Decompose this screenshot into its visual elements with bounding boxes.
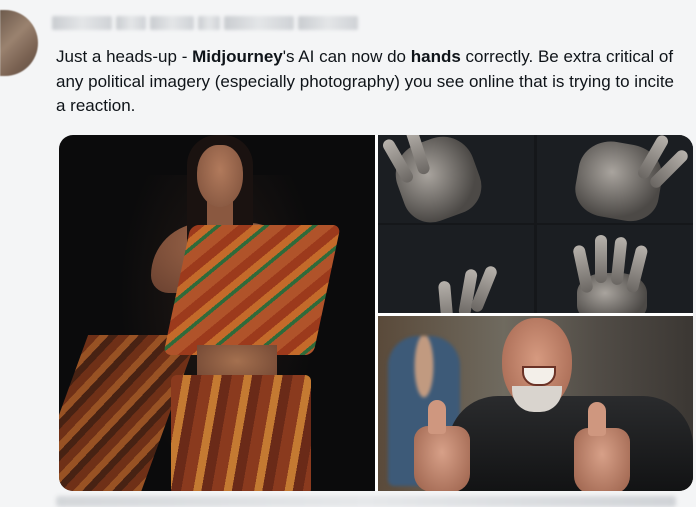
tweet-text-part1: Just a heads-up -: [56, 47, 193, 66]
man-thumbs-up-photo[interactable]: [378, 316, 693, 491]
author-name-blurred[interactable]: [52, 14, 372, 32]
tweet-text-bold-midjourney: Midjourney: [192, 47, 283, 66]
ai-hands-grid-photo[interactable]: [378, 135, 693, 313]
tweet-text: Just a heads-up - Midjourney's AI can no…: [56, 45, 686, 119]
author-avatar[interactable]: [0, 10, 38, 76]
woman-in-saree-photo[interactable]: [59, 135, 375, 491]
tweet-text-bold-hands: hands: [410, 47, 461, 66]
tweet-media-grid: [59, 135, 693, 491]
tweet-text-part2: 's AI can now do: [282, 47, 411, 66]
tweet-footer-blurred: [56, 496, 676, 507]
